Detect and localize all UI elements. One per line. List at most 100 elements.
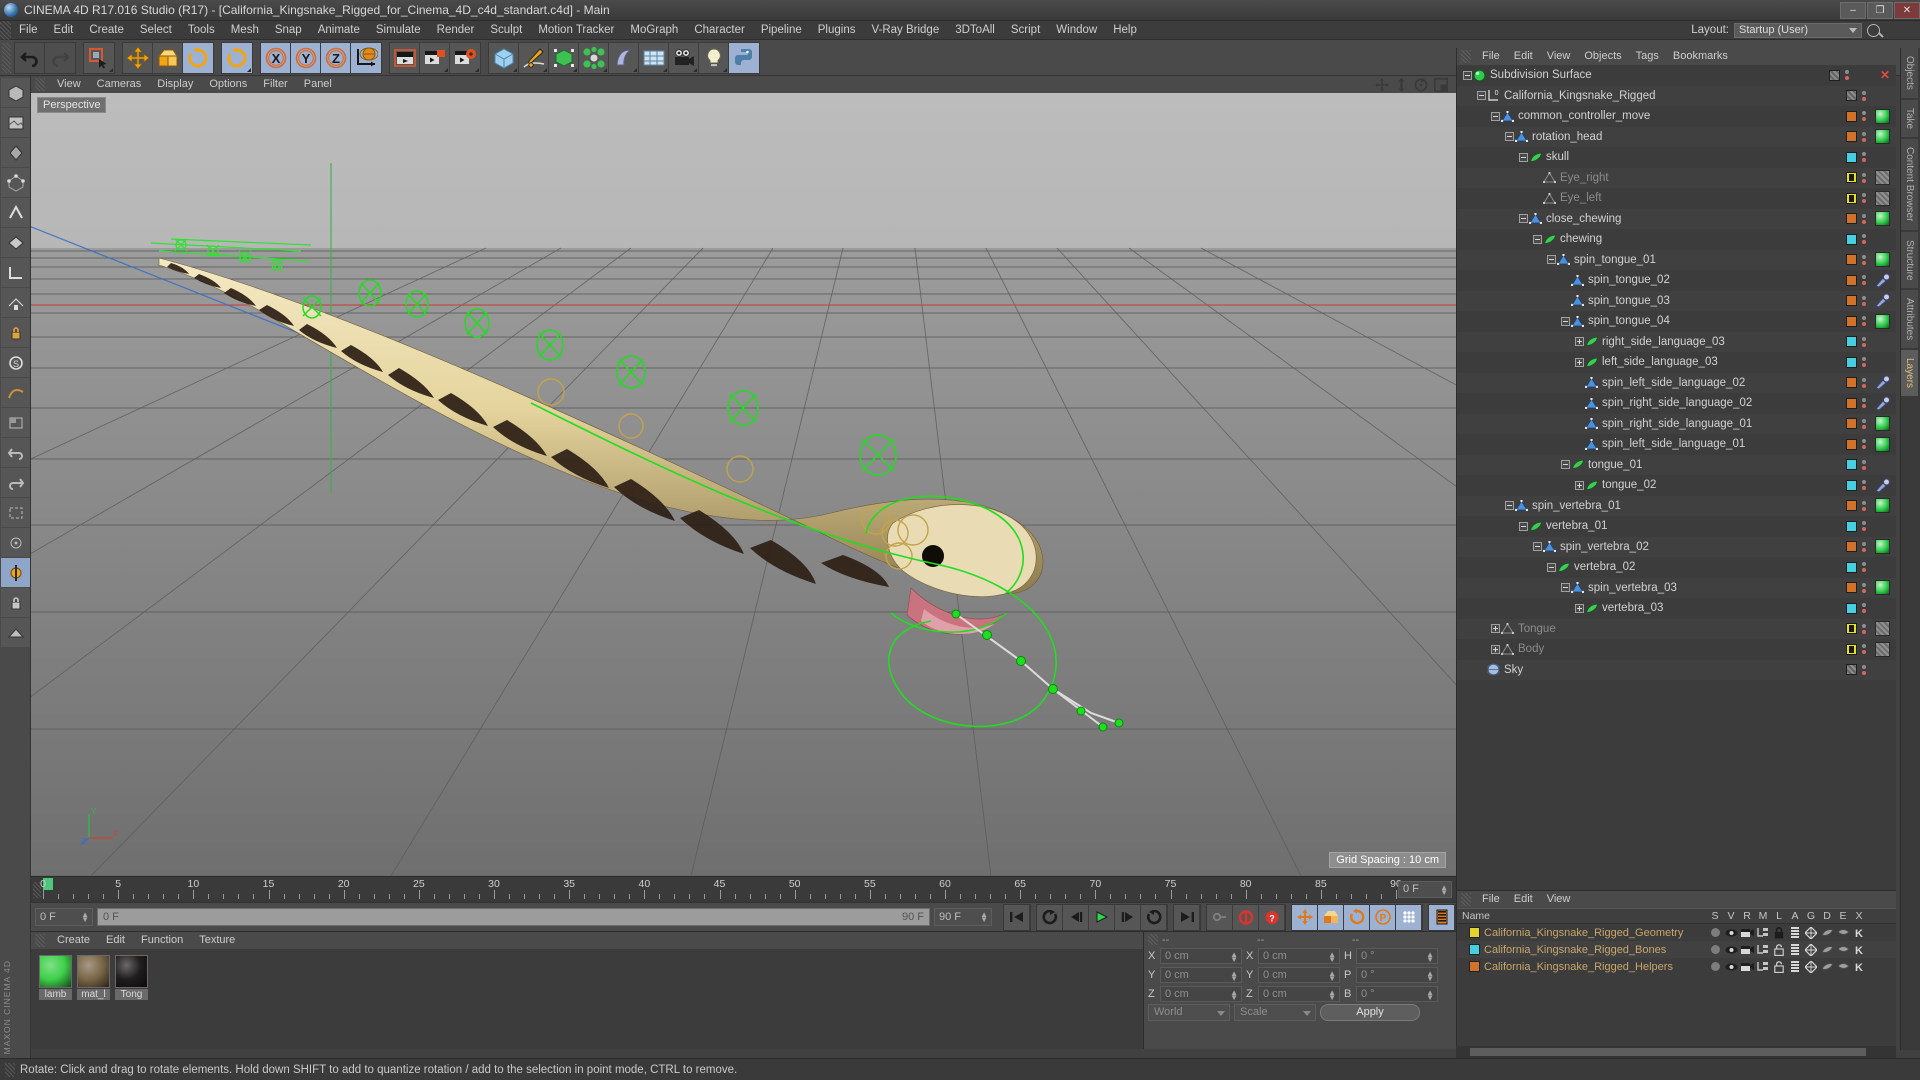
layer-manager-icon[interactable] <box>1755 927 1771 938</box>
layer-color-tag[interactable] <box>1846 602 1857 614</box>
step-forward-button[interactable] <box>1115 904 1141 930</box>
record-button[interactable] <box>1233 904 1259 930</box>
expand-toggle-icon[interactable] <box>1575 337 1584 347</box>
object-tree-row[interactable]: common_controller_move <box>1457 106 1896 127</box>
object-manager-grip-handle[interactable] <box>1461 50 1471 63</box>
stepper-icon[interactable]: ▲ ▼ <box>1426 988 1434 1001</box>
play-backward-loop-button[interactable] <box>1037 904 1063 930</box>
menu-select[interactable]: Select <box>132 21 180 40</box>
object-menu-bookmarks[interactable]: Bookmarks <box>1666 48 1735 65</box>
menu-tools[interactable]: Tools <box>180 21 223 40</box>
timeline-ticks[interactable]: 0 5 10 15 20 25 30 35 40 45 50 55 60 65 70 75 80 85 90 <box>40 877 1402 903</box>
coordinate-position-field[interactable]: 0 cm ▲ ▼ <box>1160 985 1242 1002</box>
object-tree-row[interactable]: Tongue <box>1457 618 1896 639</box>
stepper-icon[interactable]: ▲ ▼ <box>1426 969 1434 982</box>
object-tree-row[interactable]: vertebra_03 <box>1457 598 1896 619</box>
primitive-cube-button[interactable] <box>489 42 519 73</box>
layer-expression-icon[interactable] <box>1835 962 1851 971</box>
menu-window[interactable]: Window <box>1048 21 1105 40</box>
coordinate-rotation-field[interactable]: 0 ° ▲ ▼ <box>1356 966 1438 983</box>
rotate-band-button[interactable] <box>222 42 252 73</box>
layout-dropdown[interactable]: Startup (User) <box>1734 22 1862 38</box>
texture-tag-icon[interactable] <box>1875 190 1890 206</box>
object-tree-row[interactable]: Eye_right <box>1457 167 1896 188</box>
workplane-grid-button[interactable] <box>1 618 30 647</box>
go-to-end-button[interactable] <box>1174 904 1200 930</box>
visibility-dots-icon[interactable] <box>1862 316 1868 327</box>
object-name[interactable]: Eye_left <box>1560 192 1602 204</box>
visibility-dots-icon[interactable] <box>1862 439 1868 450</box>
viewport-menu-filter[interactable]: Filter <box>255 76 295 93</box>
material-item[interactable]: mat_l <box>77 955 110 1000</box>
key-rotation-button[interactable] <box>1344 904 1370 930</box>
layer-color-tag[interactable] <box>1846 172 1857 184</box>
render-region-button[interactable] <box>420 42 450 73</box>
visibility-dots-icon[interactable] <box>1862 213 1868 224</box>
layer-color-tag[interactable] <box>1846 541 1857 553</box>
layer-column-e[interactable]: E <box>1835 910 1851 922</box>
layer-color-tag[interactable] <box>1846 192 1857 204</box>
visibility-dots-icon[interactable] <box>1862 541 1868 552</box>
object-name[interactable]: right_side_language_03 <box>1602 336 1725 348</box>
object-name[interactable]: spin_tongue_04 <box>1588 315 1670 327</box>
object-tree-row[interactable]: spin_left_side_language_02 <box>1457 372 1896 393</box>
layer-color-tag[interactable] <box>1846 110 1857 122</box>
object-name[interactable]: spin_vertebra_01 <box>1532 500 1621 512</box>
material-grip-handle[interactable] <box>35 934 45 947</box>
quantize-button[interactable] <box>1 378 30 407</box>
visibility-dots-icon[interactable] <box>1862 644 1868 655</box>
collapse-toggle-icon[interactable] <box>1463 70 1472 80</box>
layer-color-tag[interactable] <box>1846 500 1857 512</box>
object-name[interactable]: Sky <box>1504 664 1523 676</box>
menu-snap[interactable]: Snap <box>267 21 310 40</box>
collapse-toggle-icon[interactable] <box>1519 152 1528 162</box>
layer-visible-icon[interactable] <box>1723 945 1739 955</box>
material-menu-function[interactable]: Function <box>133 932 191 949</box>
move-tool-button[interactable] <box>123 42 153 73</box>
expand-toggle-icon[interactable] <box>1491 644 1500 654</box>
end-frame-field[interactable]: 90 F ▲ ▼ <box>934 908 992 926</box>
viewport-menu-view[interactable]: View <box>49 76 89 93</box>
close-icon[interactable]: ✕ <box>1880 68 1892 82</box>
object-name[interactable]: Subdivision Surface <box>1490 69 1592 81</box>
key-pla-button[interactable] <box>1396 904 1422 930</box>
layer-color-tag[interactable] <box>1846 561 1857 573</box>
material-preview-sphere[interactable] <box>115 955 148 988</box>
object-tree-row[interactable]: Eye_left <box>1457 188 1896 209</box>
object-name[interactable]: Eye_right <box>1560 172 1609 184</box>
visibility-dots-icon[interactable] <box>1862 500 1868 511</box>
object-menu-view[interactable]: View <box>1540 48 1578 65</box>
object-tree-row[interactable]: right_side_language_03 <box>1457 331 1896 352</box>
collapse-toggle-icon[interactable] <box>1561 583 1570 593</box>
object-name[interactable]: spin_vertebra_02 <box>1560 541 1649 553</box>
layer-color-swatch[interactable] <box>1469 944 1480 955</box>
menu-character[interactable]: Character <box>686 21 753 40</box>
object-tree-row[interactable]: spin_tongue_04 <box>1457 311 1896 332</box>
spline-pen-button[interactable] <box>519 42 549 73</box>
layer-generator-icon[interactable] <box>1803 926 1819 939</box>
layer-color-tag[interactable] <box>1846 315 1857 327</box>
coordinate-position-field[interactable]: 0 cm ▲ ▼ <box>1160 966 1242 983</box>
layer-color-tag[interactable] <box>1846 459 1857 471</box>
object-name[interactable]: spin_vertebra_03 <box>1588 582 1677 594</box>
right-tab-take[interactable]: Take <box>1901 99 1918 138</box>
layer-column-name[interactable]: Name <box>1457 910 1707 922</box>
material-tag-icon[interactable] <box>1875 313 1890 329</box>
menu-script[interactable]: Script <box>1003 21 1048 40</box>
timeline-frame-field[interactable]: 0 F ▲ ▼ <box>1398 881 1452 898</box>
3d-viewport[interactable]: Perspective Grid Spacing : 10 cm Y X Z <box>31 93 1456 876</box>
layer-solo-icon[interactable] <box>1707 962 1723 971</box>
stepper-icon[interactable]: ▲ ▼ <box>1230 950 1238 963</box>
visibility-dots-icon[interactable] <box>1862 480 1868 491</box>
material-menu-texture[interactable]: Texture <box>191 932 243 949</box>
object-name[interactable]: vertebra_01 <box>1546 520 1607 532</box>
close-button[interactable]: ✕ <box>1894 1 1920 19</box>
environment-button[interactable] <box>639 42 669 73</box>
coordinate-mode-dropdown[interactable]: Scale <box>1234 1004 1316 1021</box>
viewport-menu-display[interactable]: Display <box>149 76 201 93</box>
object-tree-row[interactable]: tongue_01 <box>1457 454 1896 475</box>
lock-axis-button[interactable] <box>1 318 30 347</box>
layer-row[interactable]: California_Kingsnake_Rigged_Helpers K <box>1457 958 1896 975</box>
layer-column-a[interactable]: A <box>1787 910 1803 922</box>
layer-xpresso-icon[interactable]: K <box>1851 927 1867 939</box>
